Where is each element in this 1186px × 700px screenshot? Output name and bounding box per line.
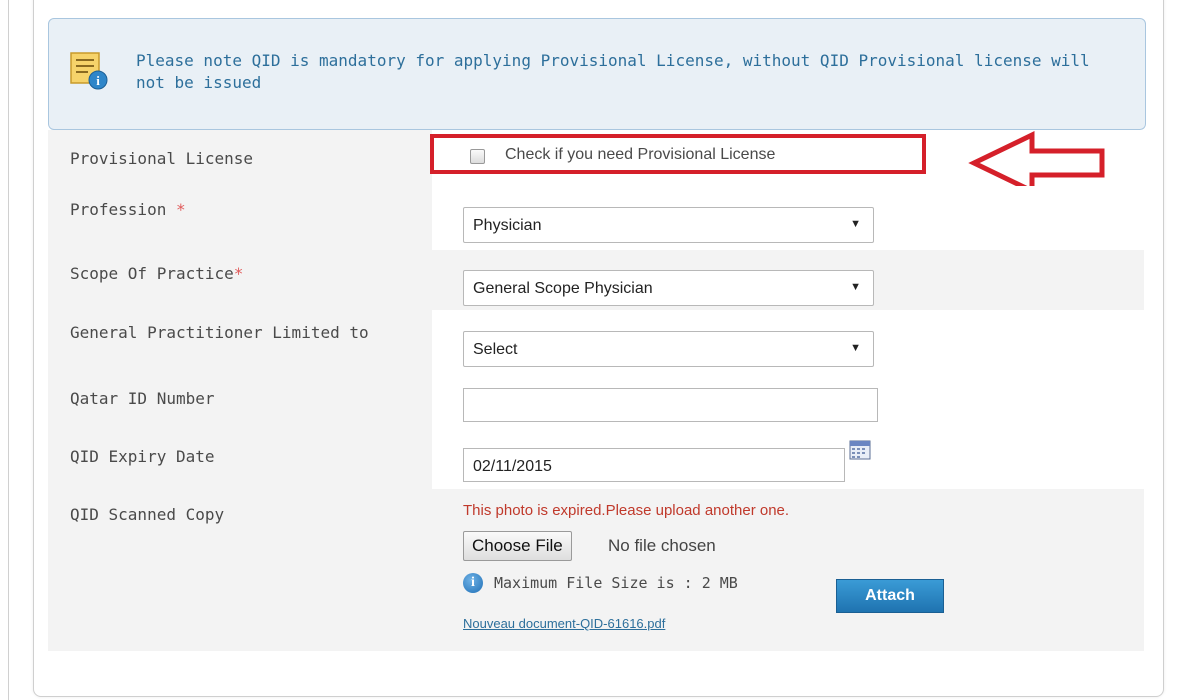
page-edge (8, 0, 9, 700)
dropdown-arrow-icon: ▼ (850, 281, 861, 293)
scope-of-practice-label: Scope Of Practice* (70, 264, 244, 283)
info-document-icon: i (70, 52, 108, 90)
required-mark: * (233, 264, 244, 283)
row-provisional-license: Provisional License Check if you need Pr… (48, 130, 1144, 195)
expired-error-message: This photo is expired.Please upload anot… (463, 502, 790, 519)
dropdown-arrow-icon: ▼ (850, 342, 861, 354)
qatar-id-number-input[interactable] (463, 388, 878, 422)
row-scope-of-practice: Scope Of Practice* General Scope Physici… (48, 250, 1144, 310)
profession-label: Profession * (70, 200, 186, 219)
provisional-license-checkbox-label[interactable]: Check if you need Provisional License (505, 146, 775, 164)
choose-file-button[interactable]: Choose File (463, 531, 572, 561)
gp-limited-select[interactable]: Select ▼ (463, 331, 874, 367)
row-qid-expiry-date: QID Expiry Date 02/11/2015 (48, 432, 1144, 489)
calendar-icon[interactable] (849, 440, 871, 460)
gp-limited-label: General Practitioner Limited to (70, 323, 369, 342)
svg-text:i: i (96, 73, 100, 88)
required-mark: * (175, 200, 186, 219)
provisional-license-label: Provisional License (70, 149, 254, 168)
qid-expiry-date-label: QID Expiry Date (70, 447, 215, 466)
profession-select[interactable]: Physician ▼ (463, 207, 874, 243)
info-icon: i (463, 573, 483, 593)
qid-scanned-copy-label: QID Scanned Copy (70, 505, 225, 524)
row-profession: Profession * Physician ▼ (48, 186, 1144, 250)
dropdown-arrow-icon: ▼ (850, 218, 861, 230)
qatar-id-number-label: Qatar ID Number (70, 389, 215, 408)
highlight-box: Check if you need Provisional License (430, 134, 926, 174)
scope-of-practice-select[interactable]: General Scope Physician ▼ (463, 270, 874, 306)
no-file-chosen-text: No file chosen (608, 536, 716, 555)
uploaded-file-link[interactable]: Nouveau document-QID-61616.pdf (463, 616, 665, 631)
provisional-license-checkbox[interactable] (470, 149, 485, 164)
attach-button[interactable]: Attach (836, 579, 944, 613)
row-qatar-id-number: Qatar ID Number (48, 374, 1144, 432)
row-qid-scanned-copy: QID Scanned Copy This photo is expired.P… (48, 489, 1144, 651)
max-file-size-text: Maximum File Size is : 2 MB (494, 574, 738, 592)
notice-text: Please note QID is mandatory for applyin… (136, 51, 1090, 92)
qid-expiry-date-input[interactable]: 02/11/2015 (463, 448, 845, 482)
notice-box: i Please note QID is mandatory for apply… (48, 18, 1146, 130)
license-form: Provisional License Check if you need Pr… (48, 130, 1144, 651)
row-gp-limited: General Practitioner Limited to Select ▼ (48, 310, 1144, 374)
